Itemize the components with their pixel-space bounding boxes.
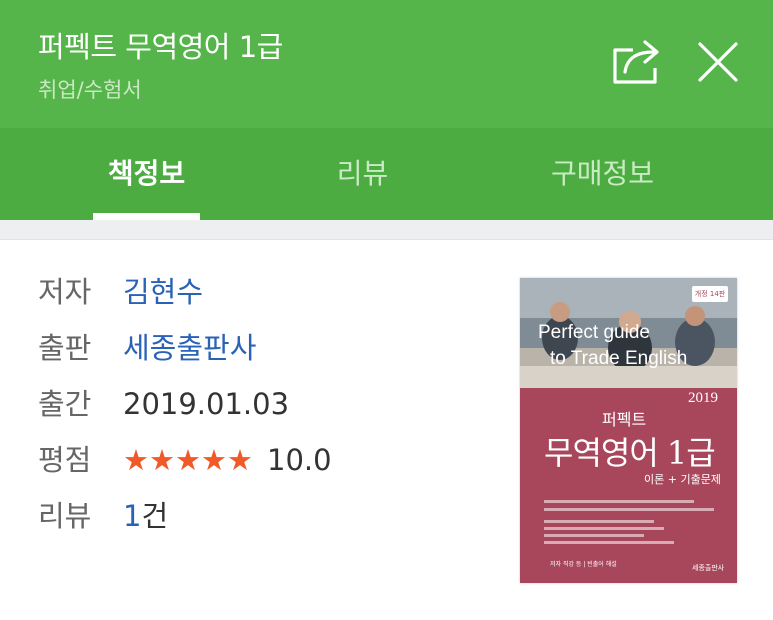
publish-date: 2019.01.03 — [123, 387, 290, 421]
publisher-row: 출판 세종출판사 — [38, 328, 256, 368]
cover-english-line1: Perfect guide — [538, 322, 650, 343]
review-count-suffix: 건 — [141, 499, 169, 533]
cover-year: 2019 — [688, 390, 718, 406]
cover-main-title: 무역영어 1급 — [544, 434, 716, 472]
star-rating-icon: ★★★★★ — [123, 443, 253, 477]
edition-badge: 개정 14판 — [692, 286, 728, 302]
publisher-label: 출판 — [38, 331, 92, 365]
review-row: 리뷰 1건 — [38, 496, 168, 536]
cover-text-line — [544, 527, 664, 530]
cover-text-line — [544, 541, 674, 544]
app-header: 퍼펙트 무역영어 1급 취업/수험서 — [0, 0, 773, 128]
cover-publisher: 세종출판사 — [692, 564, 725, 572]
tab-bar: 책정보 리뷰 구매정보 — [0, 128, 773, 220]
cover-subtitle: 이론 + 기출문제 — [644, 473, 721, 486]
rating-value: 10.0 — [267, 443, 332, 477]
cover-text-line — [544, 500, 694, 503]
author-row: 저자 김현수 — [38, 272, 203, 312]
cover-bottom-text: 저자 직강 등 | 빈출어 해설 — [550, 561, 617, 568]
cover-text-line — [544, 520, 654, 523]
rating-row: 평점 ★★★★★ 10.0 — [38, 440, 332, 480]
tab-purchase-info[interactable]: 구매정보 — [520, 128, 685, 220]
review-label: 리뷰 — [38, 499, 92, 533]
close-icon — [698, 42, 738, 82]
review-count-link[interactable]: 1 — [123, 499, 141, 533]
active-tab-indicator — [93, 213, 200, 220]
close-button[interactable] — [692, 36, 744, 88]
author-link[interactable]: 김현수 — [123, 275, 203, 309]
cover-small-title: 퍼펙트 — [602, 410, 647, 429]
cover-text-line — [544, 508, 714, 511]
cover-text-line — [544, 534, 644, 537]
date-row: 출간 2019.01.03 — [38, 384, 289, 424]
publisher-link[interactable]: 세종출판사 — [123, 331, 256, 365]
tab-reviews[interactable]: 리뷰 — [305, 128, 420, 220]
book-cover-image[interactable]: 개정 14판 Perfect guide to Trade English 20… — [520, 278, 737, 583]
book-category: 취업/수험서 — [38, 78, 142, 102]
book-title: 퍼펙트 무역영어 1급 — [38, 30, 283, 64]
section-divider — [0, 220, 773, 240]
tab-book-info[interactable]: 책정보 — [60, 128, 233, 220]
cover-english-line2: to Trade English — [550, 348, 688, 369]
share-button[interactable] — [609, 36, 667, 86]
rating-label: 평점 — [38, 443, 92, 477]
share-icon — [613, 40, 659, 84]
date-label: 출간 — [38, 387, 92, 421]
author-label: 저자 — [38, 275, 92, 309]
